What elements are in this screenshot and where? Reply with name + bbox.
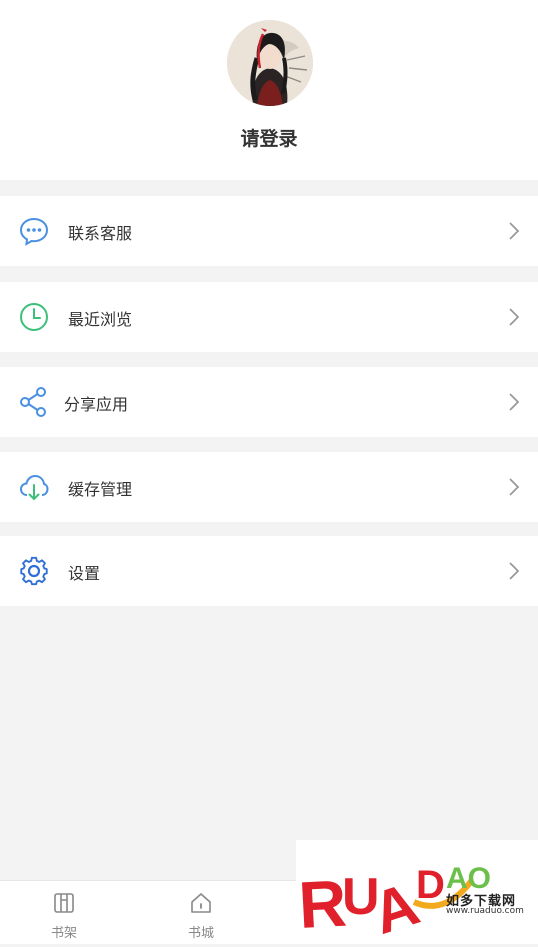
chevron-right-icon xyxy=(509,308,520,326)
share-icon xyxy=(20,387,46,417)
menu-item-label: 联系客服 xyxy=(68,224,133,243)
watermark-logo: R U A D AO 如多下载网 www.ruaduo.com xyxy=(296,840,538,947)
menu-item-label: 设置 xyxy=(68,564,101,583)
svg-text:R: R xyxy=(297,866,348,942)
menu-item-label: 缓存管理 xyxy=(68,480,133,499)
cloud-download-icon xyxy=(19,474,49,501)
menu-item-label: 最近浏览 xyxy=(68,310,133,329)
svg-text:D: D xyxy=(416,863,445,907)
tab-bookshelf[interactable]: 书架 xyxy=(24,881,104,944)
chevron-right-icon xyxy=(509,393,520,411)
menu-item-settings[interactable]: 设置 xyxy=(0,536,538,606)
menu-item-label: 分享应用 xyxy=(64,395,129,414)
home-icon xyxy=(191,893,211,913)
chevron-right-icon xyxy=(509,222,520,240)
watermark-url: www.ruaduo.com xyxy=(446,906,524,916)
menu-item-share[interactable]: 分享应用 xyxy=(0,367,538,437)
menu-item-cache[interactable]: 缓存管理 xyxy=(0,452,538,522)
profile-header: 请登录 xyxy=(0,0,538,180)
clock-icon xyxy=(20,303,48,331)
gear-icon xyxy=(20,556,48,586)
avatar-illustration xyxy=(227,20,313,106)
tab-bookstore[interactable]: 书城 xyxy=(161,881,241,944)
menu-item-recent[interactable]: 最近浏览 xyxy=(0,282,538,352)
tab-label: 书架 xyxy=(50,926,77,941)
chevron-right-icon xyxy=(509,478,520,496)
menu-item-customer-service[interactable]: 联系客服 xyxy=(0,196,538,266)
login-prompt[interactable]: 请登录 xyxy=(0,124,538,151)
tab-label: 书城 xyxy=(187,926,214,941)
chevron-right-icon xyxy=(509,562,520,580)
avatar[interactable] xyxy=(227,20,313,106)
bookshelf-icon xyxy=(54,893,74,913)
chat-bubble-icon xyxy=(19,217,49,246)
